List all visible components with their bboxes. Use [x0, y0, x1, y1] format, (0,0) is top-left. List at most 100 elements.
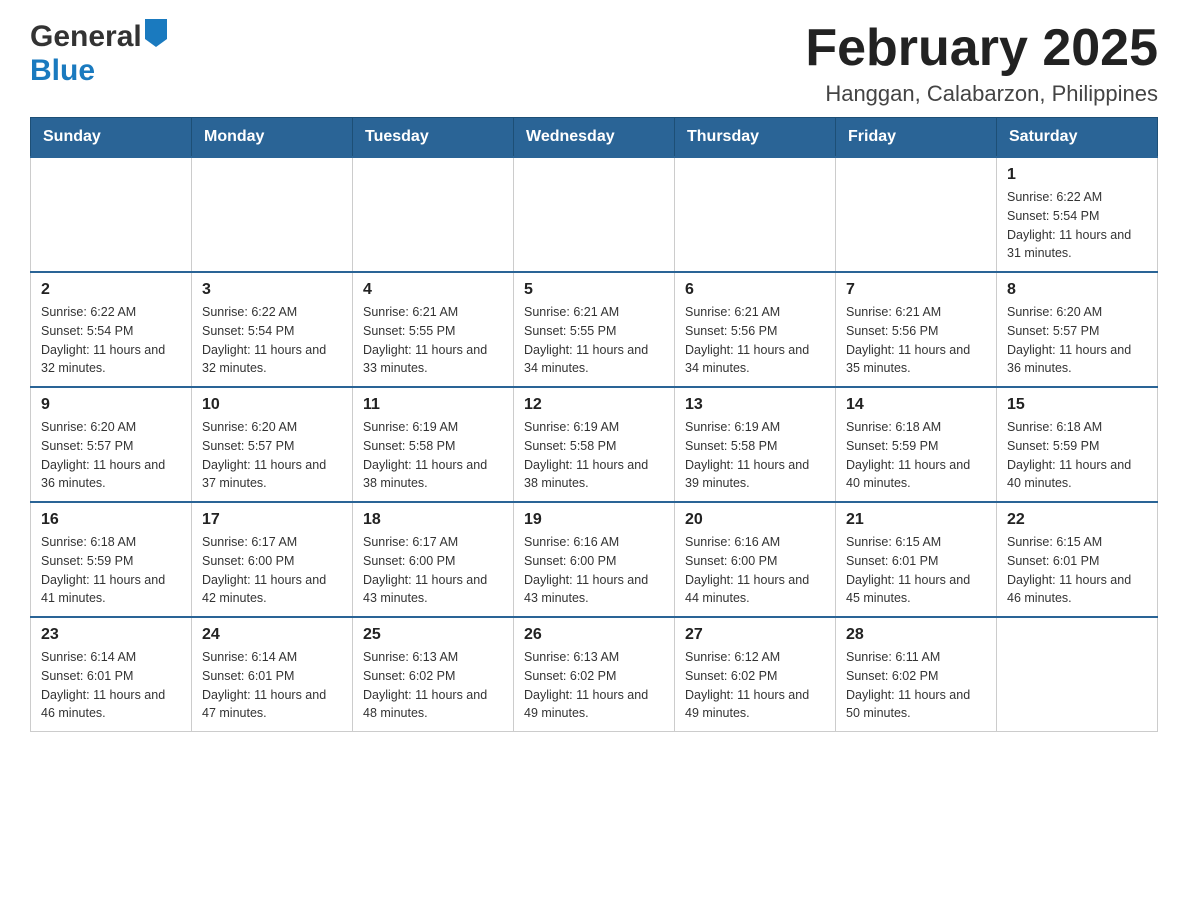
sunrise-text: Sunrise: 6:11 AM — [846, 650, 940, 664]
sunrise-text: Sunrise: 6:15 AM — [846, 535, 941, 549]
sunrise-text: Sunrise: 6:19 AM — [363, 420, 458, 434]
day-info: Sunrise: 6:13 AMSunset: 6:02 PMDaylight:… — [363, 648, 503, 723]
day-number: 8 — [1007, 281, 1147, 299]
sunset-text: Sunset: 5:58 PM — [685, 439, 777, 453]
day-info: Sunrise: 6:15 AMSunset: 6:01 PMDaylight:… — [1007, 533, 1147, 608]
sunset-text: Sunset: 6:02 PM — [524, 669, 616, 683]
daylight-text: Daylight: 11 hours and 40 minutes. — [846, 458, 970, 491]
sunset-text: Sunset: 6:00 PM — [524, 554, 616, 568]
day-info: Sunrise: 6:17 AMSunset: 6:00 PMDaylight:… — [363, 533, 503, 608]
sunrise-text: Sunrise: 6:13 AM — [363, 650, 458, 664]
day-info: Sunrise: 6:15 AM Sunset: 6:01 PM Daylight:… — [846, 533, 986, 608]
day-number: 1 — [1007, 166, 1147, 184]
sunset-text: Sunset: 5:57 PM — [202, 439, 294, 453]
day-info: Sunrise: 6:20 AMSunset: 5:57 PMDaylight:… — [41, 418, 181, 493]
logo-arrow-icon — [145, 19, 167, 52]
day-info: Sunrise: 6:19 AMSunset: 5:58 PMDaylight:… — [363, 418, 503, 493]
table-row: 1Sunrise: 6:22 AMSunset: 5:54 PMDaylight… — [997, 157, 1158, 272]
day-info: Sunrise: 6:20 AMSunset: 5:57 PMDaylight:… — [1007, 303, 1147, 378]
daylight-text: Daylight: 11 hours and 49 minutes. — [524, 688, 648, 721]
sunset-text: Sunset: 5:56 PM — [685, 324, 777, 338]
sunrise-text: Sunrise: 6:13 AM — [524, 650, 619, 664]
weekday-header-row: Sunday Monday Tuesday Wednesday Thursday… — [31, 118, 1158, 158]
logo-general-text: General — [30, 20, 142, 54]
table-row: 17Sunrise: 6:17 AMSunset: 6:00 PMDayligh… — [192, 502, 353, 617]
table-row — [997, 617, 1158, 732]
sunrise-text: Sunrise: 6:15 AM — [1007, 535, 1102, 549]
sunrise-text: Sunrise: 6:14 AM — [41, 650, 136, 664]
sunrise-text: Sunrise: 6:17 AM — [202, 535, 297, 549]
daylight-text: Daylight: 11 hours and 40 minutes. — [1007, 458, 1131, 491]
daylight-text: Daylight: 11 hours and 50 minutes. — [846, 688, 970, 721]
day-info: Sunrise: 6:21 AMSunset: 5:55 PMDaylight:… — [524, 303, 664, 378]
daylight-text: Daylight: 11 hours and 45 minutes. — [846, 573, 970, 606]
sunset-text: Sunset: 5:54 PM — [202, 324, 294, 338]
sunset-text: Sunset: 5:54 PM — [41, 324, 133, 338]
day-info: Sunrise: 6:21 AMSunset: 5:56 PMDaylight:… — [685, 303, 825, 378]
sunset-text: Sunset: 6:01 PM — [846, 554, 938, 568]
table-row: 27Sunrise: 6:12 AMSunset: 6:02 PMDayligh… — [675, 617, 836, 732]
table-row: 28Sunrise: 6:11 AMSunset: 6:02 PMDayligh… — [836, 617, 997, 732]
sunrise-text: Sunrise: 6:16 AM — [685, 535, 780, 549]
daylight-text: Daylight: 11 hours and 32 minutes. — [202, 343, 326, 376]
day-number: 7 — [846, 281, 986, 299]
day-number: 10 — [202, 396, 342, 414]
day-info: Sunrise: 6:16 AMSunset: 6:00 PMDaylight:… — [685, 533, 825, 608]
table-row — [353, 157, 514, 272]
day-info: Sunrise: 6:21 AMSunset: 5:55 PMDaylight:… — [363, 303, 503, 378]
daylight-text: Daylight: 11 hours and 46 minutes. — [41, 688, 165, 721]
daylight-text: Daylight: 11 hours and 47 minutes. — [202, 688, 326, 721]
day-number: 11 — [363, 396, 503, 414]
day-number: 15 — [1007, 396, 1147, 414]
sunset-text: Sunset: 5:55 PM — [524, 324, 616, 338]
sunset-text: Sunset: 6:00 PM — [685, 554, 777, 568]
day-info: Sunrise: 6:19 AMSunset: 5:58 PMDaylight:… — [685, 418, 825, 493]
sunrise-text: Sunrise: 6:22 AM — [202, 305, 297, 319]
table-row: 4 Sunrise: 6:21 AMSunset: 5:55 PMDaylight… — [353, 272, 514, 387]
daylight-text: Daylight: 11 hours and 34 minutes. — [685, 343, 809, 376]
sunrise-text: Sunrise: 6:20 AM — [41, 420, 136, 434]
table-row: 21Sunrise: 6:15 AMSunset: 6:01 PMDayligh… — [836, 502, 997, 617]
sunrise-text: Sunrise: 6:20 AM — [202, 420, 297, 434]
sunset-text: Sunset: 6:02 PM — [685, 669, 777, 683]
day-number: 13 — [685, 396, 825, 414]
location-subtitle: Hanggan, Calabarzon, Philippines — [805, 81, 1158, 107]
table-row: 11 Sunrise: 6:19 AMSunset: 5:58 PMDayligh… — [353, 387, 514, 502]
table-row: 20Sunrise: 6:16 AMSunset: 6:00 PMDayligh… — [675, 502, 836, 617]
day-number: 4 — [363, 281, 503, 299]
table-row: 26Sunrise: 6:13 AMSunset: 6:02 PMDayligh… — [514, 617, 675, 732]
logo: General Blue — [30, 20, 167, 88]
sunset-text: Sunset: 6:02 PM — [846, 669, 938, 683]
table-row: 14Sunrise: 6:18 AMSunset: 5:59 PMDayligh… — [836, 387, 997, 502]
sunset-text: Sunset: 5:57 PM — [1007, 324, 1099, 338]
day-number: 9 — [41, 396, 181, 414]
day-number: 16 — [41, 511, 181, 529]
sunrise-text: Sunrise: 6:22 AM — [1007, 190, 1102, 204]
header-monday: Monday — [192, 118, 353, 158]
sunset-text: Sunset: 6:01 PM — [202, 669, 294, 683]
page-header: General Blue February 2025 Hanggan, Cala… — [30, 20, 1158, 107]
sunset-text: Sunset: 6:00 PM — [202, 554, 294, 568]
daylight-text: Daylight: 11 hours and 41 minutes. — [41, 573, 165, 606]
daylight-text: Daylight: 11 hours and 39 minutes. — [685, 458, 809, 491]
day-number: 12 — [524, 396, 664, 414]
day-info: Sunrise: 6:17 AMSunset: 6:00 PMDaylight:… — [202, 533, 342, 608]
day-info: Sunrise: 6:22 AMSunset: 5:54 PMDaylight:… — [41, 303, 181, 378]
table-row: 9 Sunrise: 6:20 AMSunset: 5:57 PMDaylight… — [31, 387, 192, 502]
table-row: 23Sunrise: 6:14 AMSunset: 6:01 PMDayligh… — [31, 617, 192, 732]
day-number: 14 — [846, 396, 986, 414]
header-sunday: Sunday — [31, 118, 192, 158]
day-number: 22 — [1007, 511, 1147, 529]
header-tuesday: Tuesday — [353, 118, 514, 158]
calendar-week-row: 1Sunrise: 6:22 AMSunset: 5:54 PMDaylight… — [31, 157, 1158, 272]
sunrise-text: Sunrise: 6:19 AM — [524, 420, 619, 434]
day-number: 18 — [363, 511, 503, 529]
table-row: 15Sunrise: 6:18 AMSunset: 5:59 PMDayligh… — [997, 387, 1158, 502]
day-number: 27 — [685, 626, 825, 644]
day-info: Sunrise: 6:13 AM Sunset: 6:02 PM Daylight:… — [524, 648, 664, 723]
sunset-text: Sunset: 5:59 PM — [41, 554, 133, 568]
title-area: February 2025 Hanggan, Calabarzon, Phili… — [805, 20, 1158, 107]
table-row — [836, 157, 997, 272]
calendar-week-row: 23Sunrise: 6:14 AMSunset: 6:01 PMDayligh… — [31, 617, 1158, 732]
sunset-text: Sunset: 6:01 PM — [41, 669, 133, 683]
